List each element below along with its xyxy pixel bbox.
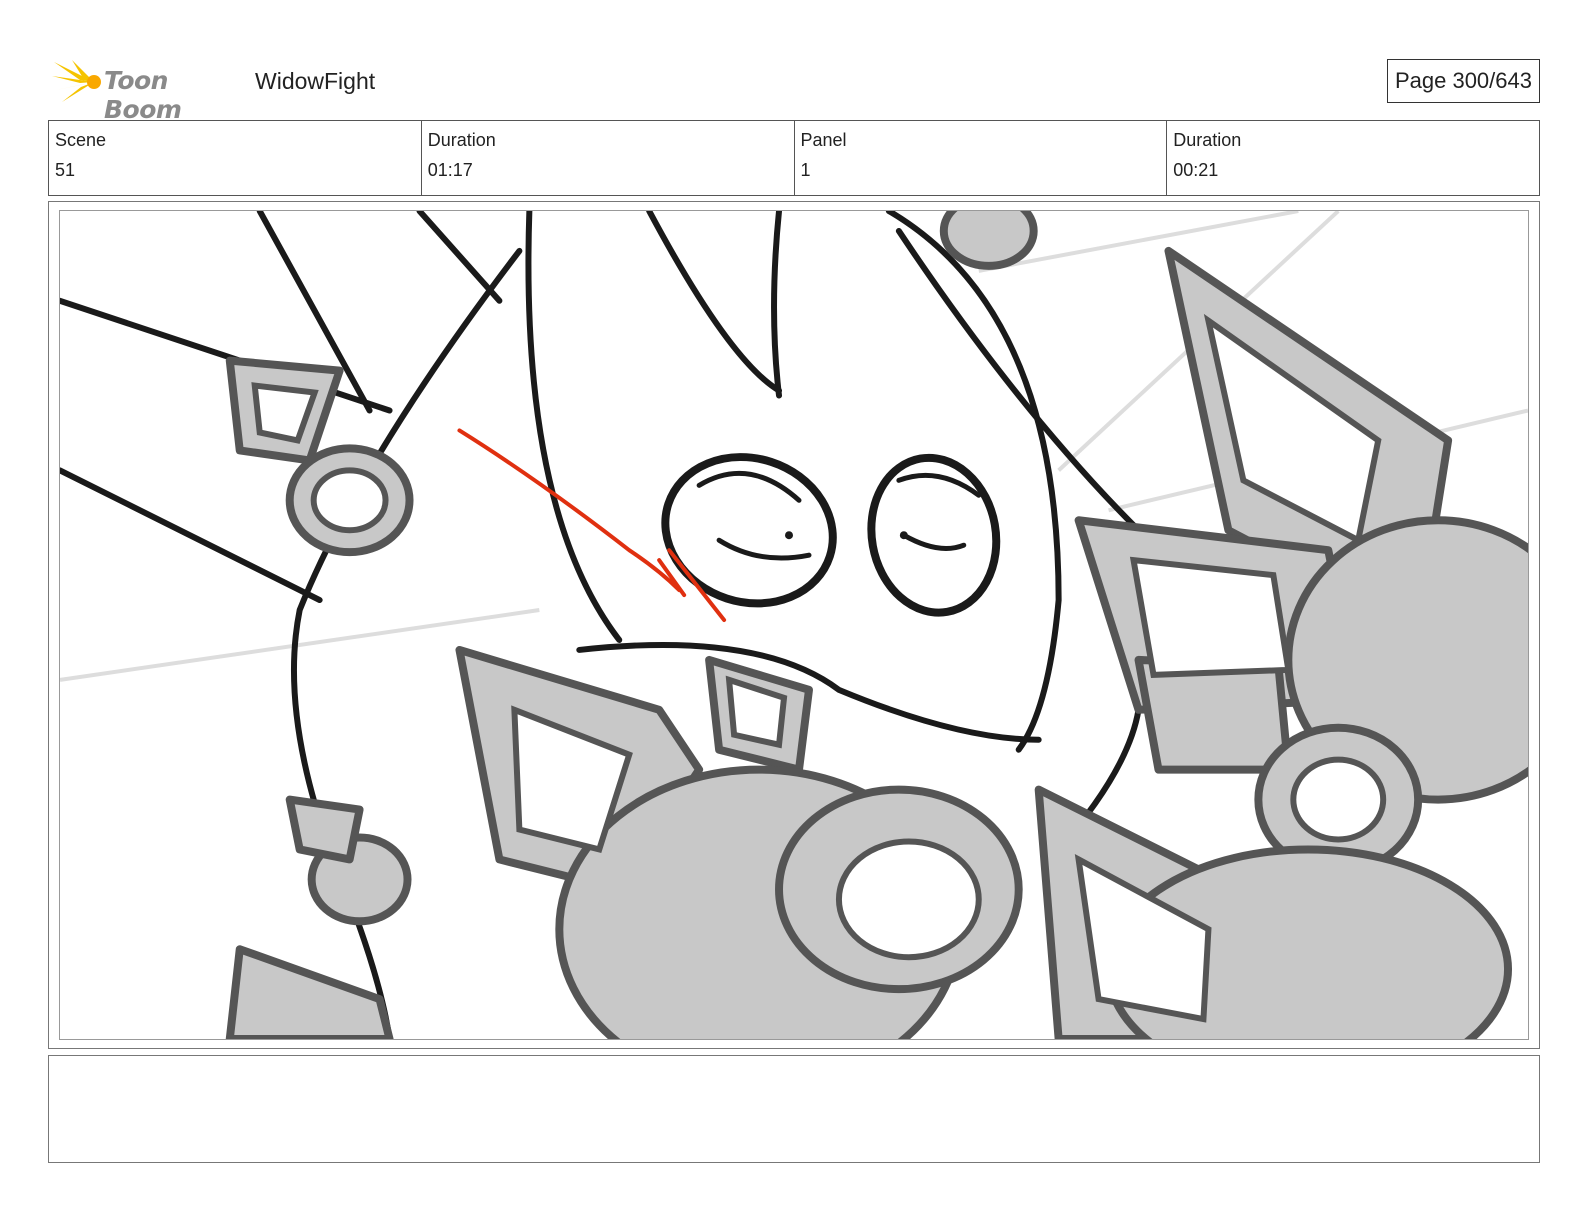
- storyboard-panel-image: [59, 210, 1529, 1040]
- panel-duration-cell: Duration 00:21: [1167, 121, 1539, 195]
- logo-text: Toon Boom: [104, 66, 182, 124]
- panel-sketch: [60, 211, 1528, 1039]
- project-title: WidowFight: [255, 68, 376, 94]
- scene-value: 51: [55, 160, 76, 180]
- storyboard-panel-frame: [48, 201, 1540, 1049]
- scene-duration-cell: Duration 01:17: [422, 121, 795, 195]
- panel-notes-box: [48, 1055, 1540, 1163]
- starburst-icon: [52, 60, 101, 102]
- toon-boom-logo: Toon Boom: [50, 56, 240, 124]
- scene-info-table: Scene 51 Duration 01:17 Panel 1 Duration…: [48, 120, 1540, 196]
- page-number: Page 300/643: [1386, 59, 1540, 103]
- scene-duration-label: Duration: [427, 130, 496, 150]
- scene-cell: Scene 51: [49, 121, 422, 195]
- scene-duration-value: 01:17: [427, 160, 473, 180]
- panel-duration-label: Duration: [1173, 130, 1242, 150]
- scene-label: Scene: [55, 130, 107, 150]
- panel-duration-value: 00:21: [1173, 160, 1219, 180]
- panel-value: 1: [800, 160, 811, 180]
- panel-cell: Panel 1: [795, 121, 1168, 195]
- page-header: Toon Boom WidowFight Page 300/643: [48, 56, 1540, 124]
- panel-label: Panel: [800, 130, 847, 150]
